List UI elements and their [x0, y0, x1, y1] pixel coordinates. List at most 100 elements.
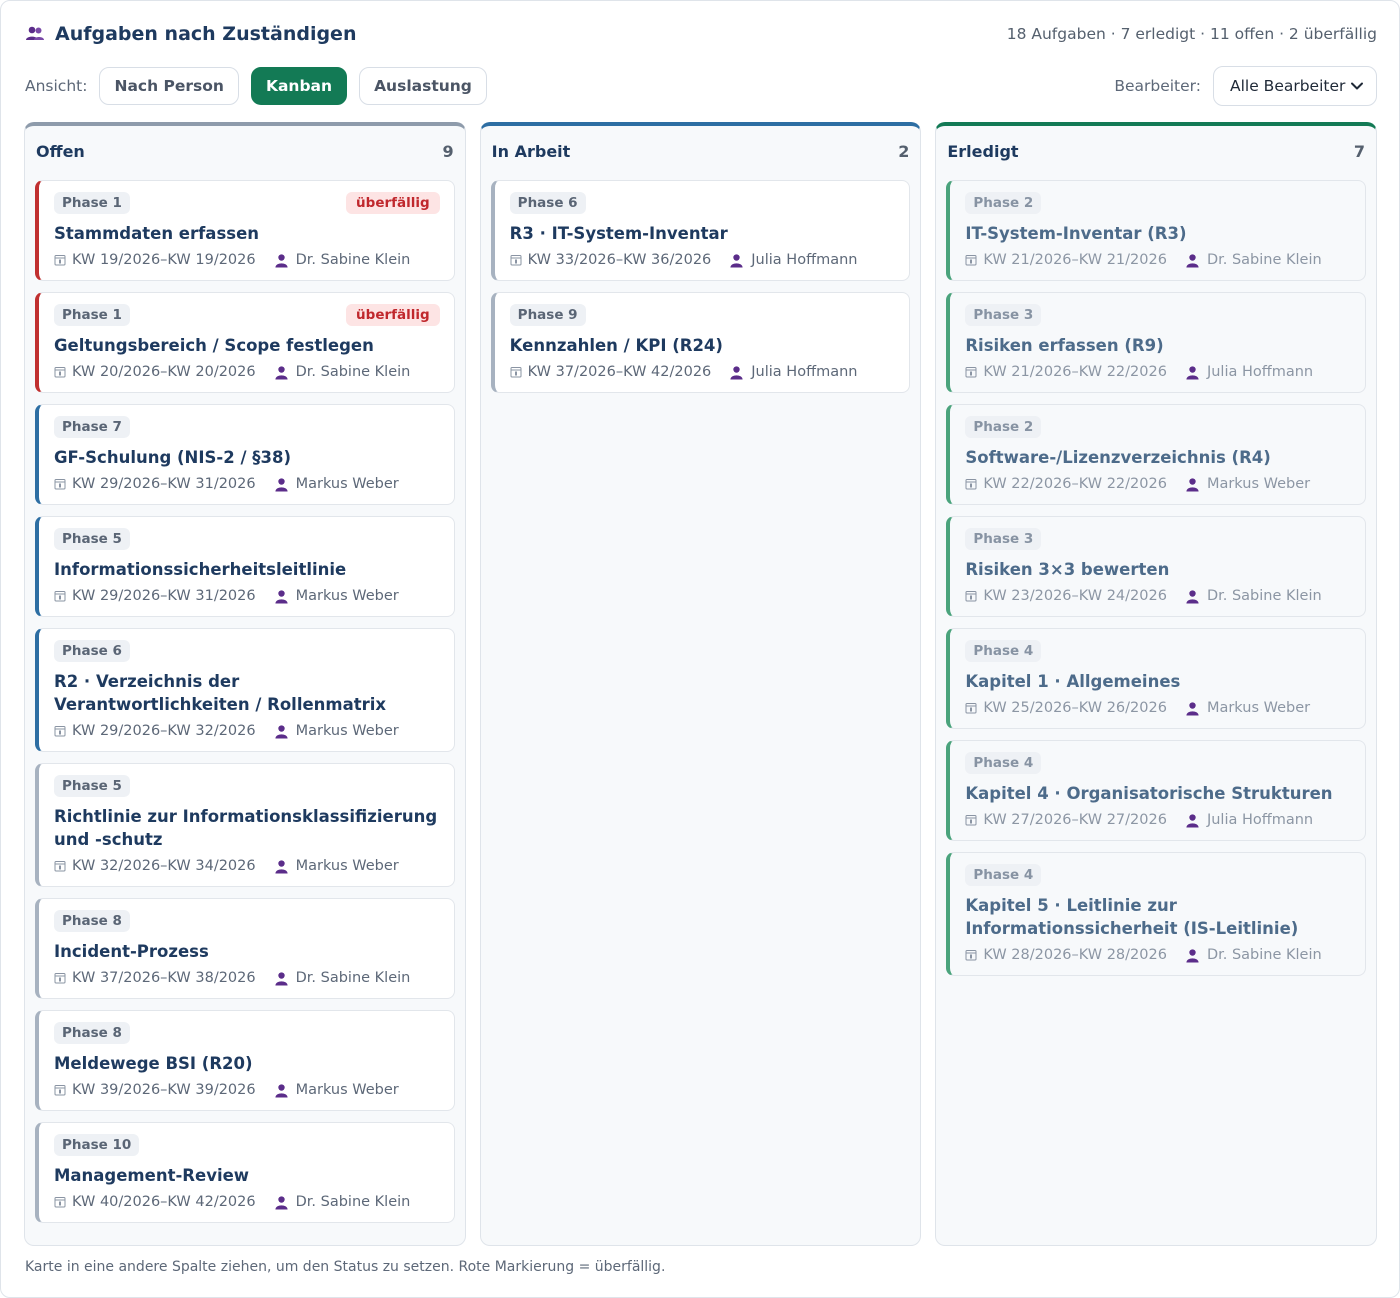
- card-weeks: KW 37/2026–KW 38/2026: [72, 970, 256, 986]
- column-header: Erledigt 7: [946, 140, 1366, 162]
- column-count: 9: [442, 141, 454, 161]
- footer-hint: Karte in eine andere Spalte ziehen, um d…: [25, 1259, 666, 1275]
- card-assignee: Markus Weber: [295, 723, 399, 739]
- card-top: Phase 8: [54, 1021, 440, 1045]
- assignee-select[interactable]: Alle Bearbeiter: [1213, 66, 1377, 106]
- card-meta: KW 39/2026–KW 39/2026 Markus Weber: [54, 1080, 440, 1100]
- calendar-icon: [54, 591, 66, 602]
- phase-tag: Phase 8: [54, 1022, 130, 1044]
- card-title: Kapitel 5 · Leitlinie zur Informationssi…: [965, 896, 1299, 938]
- person-icon: [275, 724, 288, 739]
- card-weeks: KW 20/2026–KW 20/2026: [72, 364, 256, 380]
- view-button-person[interactable]: Nach Person: [99, 67, 239, 105]
- card-assignee: Julia Hoffmann: [1206, 812, 1314, 828]
- person-icon: [1186, 701, 1199, 716]
- task-card[interactable]: Phase 6 R3 · IT-System-Inventar KW 33/2026…: [490, 180, 911, 281]
- task-card[interactable]: Phase 2 Software-/Lizenzverzeichnis (R4) K…: [946, 404, 1367, 505]
- card-title: IT-System-Inventar (R3): [965, 224, 1187, 243]
- calendar-icon: [965, 703, 977, 714]
- card-weeks: KW 28/2026–KW 28/2026: [983, 947, 1167, 963]
- column-count: 7: [1353, 141, 1366, 161]
- card-top: Phase 2: [965, 191, 1351, 215]
- task-card[interactable]: Phase 5 Informationssicherheitsleitlinie K…: [35, 516, 455, 617]
- calendar-icon: [965, 255, 977, 266]
- card-meta: KW 23/2026–KW 24/2026 Dr. Sabine Klein: [965, 586, 1351, 606]
- card-meta: KW 33/2026–KW 36/2026 Julia Hoffmann: [510, 250, 896, 270]
- card-top: Phase 3: [965, 303, 1351, 327]
- task-card[interactable]: Phase 5 Richtlinie zur Informationsklassi…: [35, 763, 455, 887]
- card-title: Kapitel 4 · Organisatorische Strukturen: [965, 784, 1333, 803]
- task-card[interactable]: Phase 3 Risiken 3×3 bewerten KW 23/2026–KW…: [946, 516, 1367, 617]
- phase-tag: Phase 6: [54, 640, 130, 662]
- card-top: Phase 6: [54, 639, 440, 663]
- card-list: Phase 2 IT-System-Inventar (R3) KW 21/2026…: [946, 180, 1367, 976]
- card-assignee: Markus Weber: [295, 858, 399, 874]
- column-title: In Arbeit: [491, 141, 571, 161]
- card-assignee: Dr. Sabine Klein: [295, 1194, 411, 1210]
- card-assignee: Dr. Sabine Klein: [295, 970, 411, 986]
- column-title: Offen: [36, 141, 85, 161]
- assignee-filter: Bearbeiter: Alle Bearbeiter: [1114, 66, 1377, 106]
- overdue-badge: überfällig: [346, 192, 440, 214]
- page-title: Aufgaben nach Zuständigen: [55, 23, 357, 45]
- users-icon: [26, 26, 44, 40]
- task-card[interactable]: Phase 7 GF-Schulung (NIS-2 / §38) KW 29/20…: [35, 404, 455, 505]
- card-weeks: KW 23/2026–KW 24/2026: [983, 588, 1167, 604]
- calendar-icon: [965, 815, 977, 826]
- card-assignee: Dr. Sabine Klein: [1206, 588, 1322, 604]
- task-card[interactable]: Phase 10 Management-Review KW 40/2026–KW 4…: [35, 1122, 455, 1223]
- column-header: In Arbeit 2: [491, 140, 911, 162]
- view-button-kanban[interactable]: Kanban: [250, 67, 348, 105]
- card-title: Richtlinie zur Informationsklassifizieru…: [54, 807, 438, 849]
- phase-tag: Phase 6: [509, 192, 586, 214]
- phase-tag: Phase 5: [54, 775, 130, 797]
- card-assignee: Markus Weber: [295, 476, 399, 492]
- task-card[interactable]: Phase 1 überfällig Geltungsbereich / Scope…: [35, 292, 455, 393]
- phase-tag: Phase 4: [965, 864, 1042, 886]
- card-top: Phase 5: [54, 527, 440, 551]
- card-meta: KW 27/2026–KW 27/2026 Julia Hoffmann: [965, 810, 1351, 830]
- card-meta: KW 19/2026–KW 19/2026 Dr. Sabine Klein: [54, 250, 440, 270]
- card-assignee: Markus Weber: [295, 1082, 399, 1098]
- card-weeks: KW 19/2026–KW 19/2026: [72, 252, 256, 268]
- card-top: Phase 2: [965, 415, 1351, 439]
- card-top: Phase 7: [54, 415, 440, 439]
- person-icon: [1186, 365, 1199, 380]
- task-summary: 18 Aufgaben · 7 erledigt · 11 offen · 2 …: [1006, 25, 1377, 43]
- card-top: Phase 9: [509, 303, 896, 327]
- task-card[interactable]: Phase 3 Risiken erfassen (R9) KW 21/2026–K…: [946, 292, 1367, 393]
- calendar-icon: [965, 367, 977, 378]
- phase-tag: Phase 9: [509, 304, 586, 326]
- view-label: Ansicht:: [25, 77, 88, 95]
- card-top: Phase 5: [54, 774, 440, 798]
- column-erledigt[interactable]: Erledigt 7 Phase 2 IT-System-Inventar (R3…: [935, 122, 1378, 1246]
- task-card[interactable]: Phase 8 Meldewege BSI (R20) KW 39/2026–KW …: [35, 1010, 455, 1111]
- person-icon: [1186, 477, 1199, 492]
- calendar-icon: [965, 479, 977, 490]
- calendar-icon: [510, 367, 522, 378]
- task-card[interactable]: Phase 1 überfällig Stammdaten erfassen KW 1…: [35, 180, 455, 281]
- card-weeks: KW 22/2026–KW 22/2026: [983, 476, 1167, 492]
- phase-tag: Phase 7: [54, 416, 130, 438]
- task-card[interactable]: Phase 8 Incident-Prozess KW 37/2026–KW 38/…: [35, 898, 455, 999]
- card-meta: KW 21/2026–KW 22/2026 Julia Hoffmann: [965, 362, 1351, 382]
- column-in-arbeit[interactable]: In Arbeit 2 Phase 6 R3 · IT-System-Invent…: [479, 122, 922, 1246]
- task-card[interactable]: Phase 6 R2 · Verzeichnis der Verantwortli…: [35, 628, 455, 752]
- column-count: 2: [898, 141, 910, 161]
- view-switcher: Ansicht: Nach Person Kanban Auslastung: [25, 67, 487, 105]
- column-offen[interactable]: Offen 9 Phase 1 überfällig Stammdaten erfa…: [24, 122, 466, 1246]
- header: Aufgaben nach Zuständigen 18 Aufgaben · …: [25, 21, 1377, 47]
- card-meta: KW 25/2026–KW 26/2026 Markus Weber: [965, 698, 1351, 718]
- task-card[interactable]: Phase 2 IT-System-Inventar (R3) KW 21/2026…: [946, 180, 1367, 281]
- task-card[interactable]: Phase 9 Kennzahlen / KPI (R24) KW 37/2026–…: [490, 292, 911, 393]
- card-meta: KW 37/2026–KW 42/2026 Julia Hoffmann: [510, 362, 896, 382]
- card-title: Geltungsbereich / Scope festlegen: [54, 336, 374, 355]
- task-card[interactable]: Phase 4 Kapitel 1 · Allgemeines KW 25/2026…: [946, 628, 1367, 729]
- task-card[interactable]: Phase 4 Kapitel 4 · Organisatorische Stru…: [946, 740, 1367, 841]
- view-button-workload[interactable]: Auslastung: [359, 67, 487, 105]
- calendar-icon: [54, 726, 66, 737]
- task-card[interactable]: Phase 4 Kapitel 5 · Leitlinie zur Informa…: [946, 852, 1367, 976]
- phase-tag: Phase 1: [54, 192, 130, 214]
- card-weeks: KW 21/2026–KW 22/2026: [983, 364, 1167, 380]
- card-weeks: KW 27/2026–KW 27/2026: [983, 812, 1167, 828]
